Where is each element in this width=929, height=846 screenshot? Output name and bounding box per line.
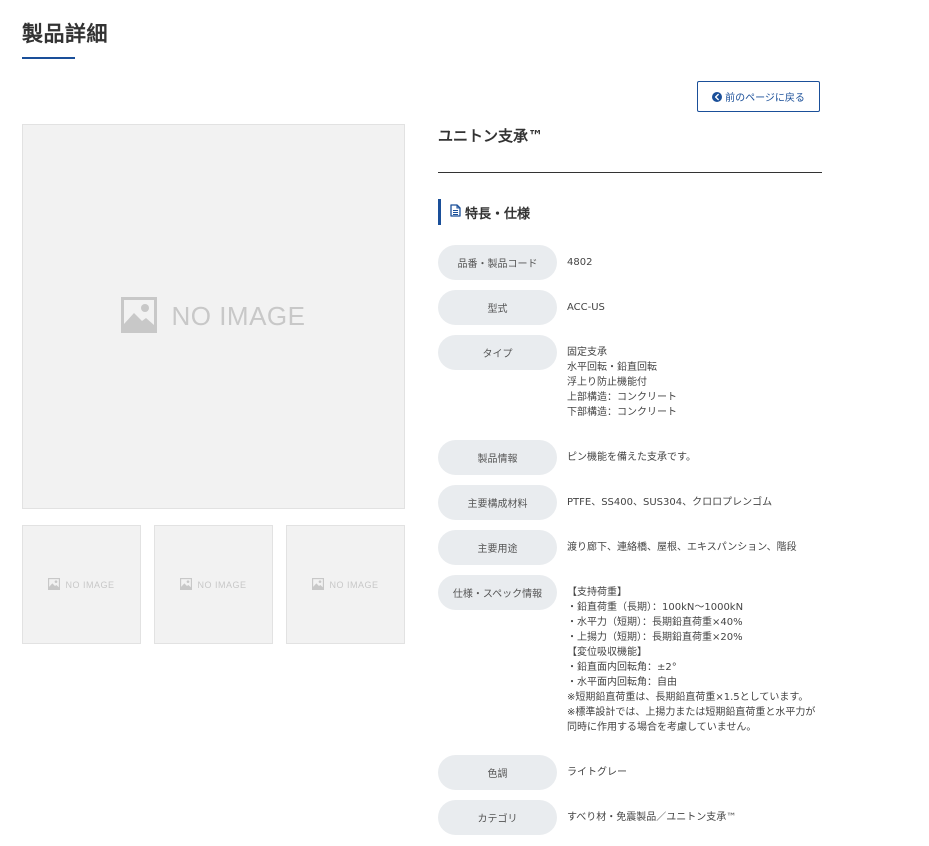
- spec-value-line: ・上揚力（短期）：長期鉛直荷重×20%: [567, 632, 743, 643]
- spec-label-category: カテゴリ: [438, 800, 557, 835]
- spec-value-line: PTFE、SS400、SUS304、クロロプレンゴム: [567, 497, 773, 508]
- spec-value-product-code: 4802: [567, 255, 592, 270]
- spec-value-line: すべり材・免震製品／ユニトン支承™: [567, 812, 737, 823]
- spec-value-line: ・水平力（短期）：長期鉛直荷重×40%: [567, 617, 743, 628]
- spec-label-product-info: 製品情報: [438, 440, 557, 475]
- thumbnail-2[interactable]: NO IMAGE: [154, 525, 273, 644]
- spec-value-line: ・鉛直面内回転角：±2°: [567, 662, 677, 673]
- spec-label-specifications: 仕様・スペック情報: [438, 575, 557, 610]
- spec-value-product-info: ピン機能を備えた支承です。: [567, 450, 696, 465]
- back-button[interactable]: 前のページに戻る: [697, 81, 820, 112]
- no-image-text: NO IMAGE: [171, 301, 306, 331]
- spec-label-model: 型式: [438, 290, 557, 325]
- spec-value-specifications: 【支持荷重】 ・鉛直荷重（長期）：100kN～1000kN ・水平力（短期）：長…: [567, 585, 815, 735]
- spec-value-line: ・水平面内回転角：自由: [567, 677, 677, 688]
- thumbnail-1[interactable]: NO IMAGE: [22, 525, 141, 644]
- section-heading: 特長・仕様: [438, 199, 530, 225]
- spec-value-line: ライトグレー: [567, 767, 627, 778]
- spec-value-line: ピン機能を備えた支承です。: [567, 452, 696, 463]
- spec-value-materials: PTFE、SS400、SUS304、クロロプレンゴム: [567, 495, 772, 510]
- no-image-text: NO IMAGE: [197, 579, 247, 590]
- document-icon: [450, 203, 461, 221]
- spec-value-line: ※短期鉛直荷重は、長期鉛直荷重×1.5としています。: [567, 692, 809, 703]
- spec-value-line: 【支持荷重】: [567, 587, 627, 598]
- spec-value-category: すべり材・免震製品／ユニトン支承™: [567, 810, 736, 825]
- spec-value-line: 下部構造：コンクリート: [567, 407, 677, 418]
- arrow-left-circle-icon: [712, 91, 723, 102]
- image-placeholder-icon: [180, 575, 193, 594]
- spec-value-line: ※標準設計では、上揚力または短期鉛直荷重と水平力が: [567, 707, 816, 718]
- divider: [438, 172, 822, 173]
- spec-label-applications: 主要用途: [438, 530, 557, 565]
- main-product-image: NO IMAGE: [22, 124, 405, 509]
- spec-value-line: ACC-US: [567, 302, 605, 313]
- spec-value-line: 水平回転・鉛直回転: [567, 362, 657, 373]
- spec-label-color: 色調: [438, 755, 557, 790]
- spec-value-line: 上部構造：コンクリート: [567, 392, 677, 403]
- no-image-text: NO IMAGE: [329, 579, 379, 590]
- spec-label-type: タイプ: [438, 335, 557, 370]
- section-heading-label: 特長・仕様: [465, 206, 531, 222]
- spec-value-line: 【変位吸収機能】: [567, 647, 647, 658]
- product-name: ユニトン支承™: [438, 127, 544, 145]
- back-button-label: 前のページに戻る: [725, 93, 805, 104]
- spec-label-product-code: 品番・製品コード: [438, 245, 557, 280]
- title-underline: [22, 57, 75, 59]
- spec-value-line: 同時に作用する場合を考慮していません。: [567, 722, 757, 733]
- spec-value-line: ・鉛直荷重（長期）：100kN～1000kN: [567, 602, 744, 613]
- spec-value-line: 渡り廊下、連絡橋、屋根、エキスパンション、階段: [567, 542, 797, 553]
- spec-value-type: 固定支承 水平回転・鉛直回転 浮上り防止機能付 上部構造：コンクリート 下部構造…: [567, 345, 677, 420]
- spec-value-model: ACC-US: [567, 300, 605, 315]
- image-placeholder-icon: [121, 296, 158, 337]
- spec-value-applications: 渡り廊下、連絡橋、屋根、エキスパンション、階段: [567, 540, 797, 555]
- thumbnail-3[interactable]: NO IMAGE: [286, 525, 405, 644]
- no-image-text: NO IMAGE: [65, 579, 115, 590]
- spec-label-materials: 主要構成材料: [438, 485, 557, 520]
- page-title: 製品詳細: [22, 22, 108, 46]
- spec-value-line: 浮上り防止機能付: [567, 377, 647, 388]
- image-placeholder-icon: [48, 575, 61, 594]
- image-placeholder-icon: [312, 575, 325, 594]
- spec-value-color: ライトグレー: [567, 765, 627, 780]
- spec-value-line: 4802: [567, 257, 593, 268]
- spec-value-line: 固定支承: [567, 347, 607, 358]
